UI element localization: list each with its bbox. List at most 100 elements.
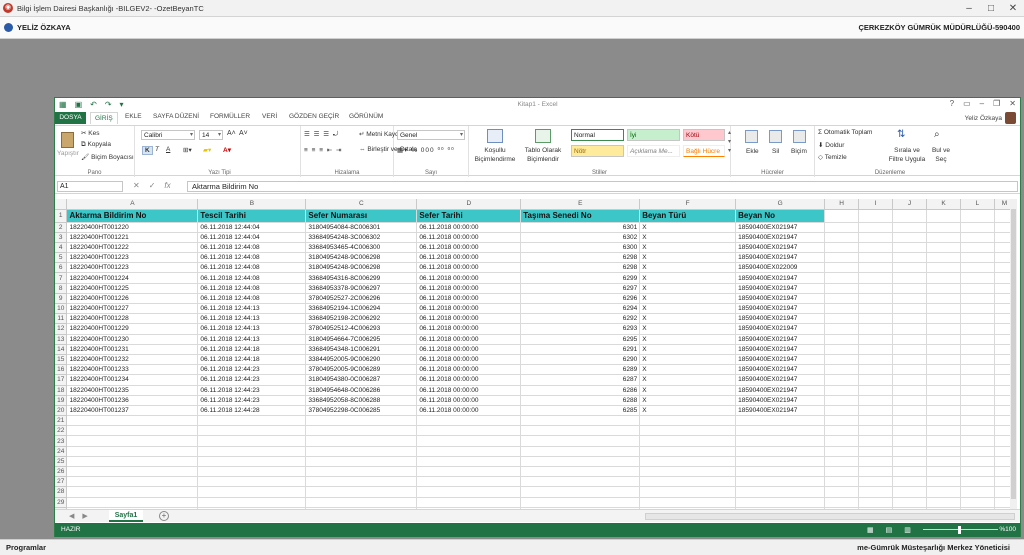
cell[interactable]: X — [639, 354, 737, 366]
empty-cell[interactable] — [858, 222, 894, 233]
cell[interactable]: 18590400EX021947 — [735, 242, 826, 254]
font-color-icon[interactable]: A▾ — [223, 146, 231, 154]
cell[interactable]: 6298 — [520, 252, 641, 264]
empty-cell[interactable] — [960, 313, 995, 325]
cell[interactable]: 18590400EX021947 — [735, 354, 826, 366]
empty-cell[interactable] — [892, 476, 927, 488]
empty-cell[interactable] — [197, 476, 307, 488]
empty-cell[interactable] — [926, 354, 961, 366]
empty-cell[interactable] — [960, 395, 995, 406]
empty-cell[interactable] — [824, 293, 860, 305]
cell[interactable]: X — [639, 222, 737, 233]
column-header[interactable]: G — [735, 199, 826, 210]
cut-button[interactable]: ✂ Kes — [81, 129, 99, 137]
cell[interactable]: 06.11.2018 00:00:00 — [416, 303, 522, 315]
empty-cell[interactable] — [824, 486, 860, 498]
empty-cell[interactable] — [858, 486, 894, 498]
empty-cell[interactable] — [824, 262, 860, 274]
empty-cell[interactable] — [305, 425, 418, 437]
empty-cell[interactable] — [892, 486, 927, 498]
empty-cell[interactable] — [735, 415, 826, 427]
empty-cell[interactable] — [66, 446, 199, 457]
empty-cell[interactable] — [926, 334, 961, 345]
cell[interactable]: 33684952058-8C006288 — [305, 395, 418, 406]
empty-cell[interactable] — [892, 456, 927, 468]
empty-cell[interactable] — [639, 466, 737, 478]
worksheet-grid[interactable]: A B C D E F G H I J K L M 1 Aktarma Bildirim No Tescil … — [55, 199, 1015, 509]
empty-cell[interactable] — [892, 232, 927, 243]
empty-cell[interactable] — [824, 497, 860, 508]
horizontal-scrollbar[interactable] — [645, 513, 1015, 520]
row-header[interactable]: 28 — [55, 486, 68, 498]
cell[interactable]: 06.11.2018 00:00:00 — [416, 252, 522, 264]
empty-cell[interactable] — [892, 385, 927, 396]
empty-cell[interactable] — [892, 262, 927, 274]
empty-cell[interactable] — [824, 232, 860, 243]
empty-cell[interactable] — [960, 344, 995, 355]
cell[interactable]: 18220400HT001220 — [66, 222, 199, 233]
cell[interactable]: 6299 — [520, 272, 641, 284]
empty-cell[interactable] — [416, 497, 522, 508]
cell[interactable]: 06.11.2018 00:00:00 — [416, 334, 522, 345]
row-header[interactable]: 20 — [55, 405, 68, 417]
cell[interactable]: 06.11.2018 00:00:00 — [416, 385, 522, 396]
empty-cell[interactable] — [824, 222, 860, 233]
empty-cell[interactable] — [824, 425, 860, 437]
empty-cell[interactable] — [892, 334, 927, 345]
cell[interactable]: 18220400HT001233 — [66, 364, 199, 376]
cell[interactable]: X — [639, 293, 737, 305]
cell[interactable]: 06.11.2018 12:44:08 — [197, 252, 307, 264]
empty-cell[interactable] — [892, 323, 927, 335]
empty-cell[interactable] — [858, 364, 894, 376]
header-cell[interactable]: Sefer Tarihi — [416, 209, 522, 223]
column-header[interactable]: A — [66, 199, 199, 210]
cell[interactable]: X — [639, 262, 737, 274]
cell[interactable]: 18220400HT001222 — [66, 242, 199, 254]
cell[interactable]: 18590400EX022009 — [735, 262, 826, 274]
empty-cell[interactable] — [858, 456, 894, 468]
cell[interactable]: 6300 — [520, 242, 641, 254]
empty-cell[interactable] — [416, 456, 522, 468]
cell[interactable]: 06.11.2018 12:44:08 — [197, 242, 307, 254]
cell[interactable]: 18590400EX021947 — [735, 222, 826, 233]
style-good[interactable]: İyi — [627, 129, 680, 141]
cell[interactable]: 18220400HT001236 — [66, 395, 199, 406]
empty-cell[interactable] — [960, 497, 995, 508]
find-select-button[interactable]: Bul ve Seç — [929, 146, 953, 164]
minimize-icon[interactable]: – — [958, 0, 980, 17]
paste-icon[interactable] — [61, 132, 74, 148]
empty-cell[interactable] — [639, 425, 737, 437]
cell[interactable]: 37804952527-2C006296 — [305, 293, 418, 305]
empty-cell[interactable] — [416, 466, 522, 478]
row-header[interactable]: 6 — [55, 262, 68, 274]
row-header[interactable]: 7 — [55, 272, 68, 284]
empty-cell[interactable] — [639, 415, 737, 427]
prev-sheet-icon[interactable]: ◀ — [69, 512, 74, 520]
empty-cell[interactable] — [892, 293, 927, 305]
empty-cell[interactable] — [858, 262, 894, 274]
select-all-corner[interactable] — [55, 199, 68, 210]
empty-cell[interactable] — [960, 466, 995, 478]
empty-cell[interactable] — [892, 435, 927, 447]
cell[interactable]: 18220400HT001223 — [66, 252, 199, 264]
empty-cell[interactable] — [926, 242, 961, 254]
cell[interactable]: 18590400EX021947 — [735, 364, 826, 376]
empty-cell[interactable] — [520, 456, 641, 468]
cell[interactable]: 31804954664-7C006295 — [305, 334, 418, 345]
cell[interactable]: 18590400EX021947 — [735, 232, 826, 243]
cell[interactable]: X — [639, 303, 737, 315]
row-header[interactable]: 23 — [55, 435, 68, 447]
empty-cell[interactable] — [416, 425, 522, 437]
empty-cell[interactable] — [892, 209, 927, 223]
column-header[interactable]: E — [520, 199, 641, 210]
cell[interactable]: 6287 — [520, 374, 641, 386]
empty-cell[interactable] — [824, 334, 860, 345]
empty-cell[interactable] — [520, 486, 641, 498]
empty-cell[interactable] — [305, 486, 418, 498]
shrink-font-icon[interactable]: A˅ — [239, 130, 248, 137]
empty-cell[interactable] — [926, 425, 961, 437]
empty-cell[interactable] — [960, 323, 995, 335]
cell[interactable]: X — [639, 313, 737, 325]
cell[interactable]: 06.11.2018 12:44:18 — [197, 344, 307, 355]
conditional-format-button[interactable]: Koşullu Biçimlendirme — [471, 146, 519, 164]
